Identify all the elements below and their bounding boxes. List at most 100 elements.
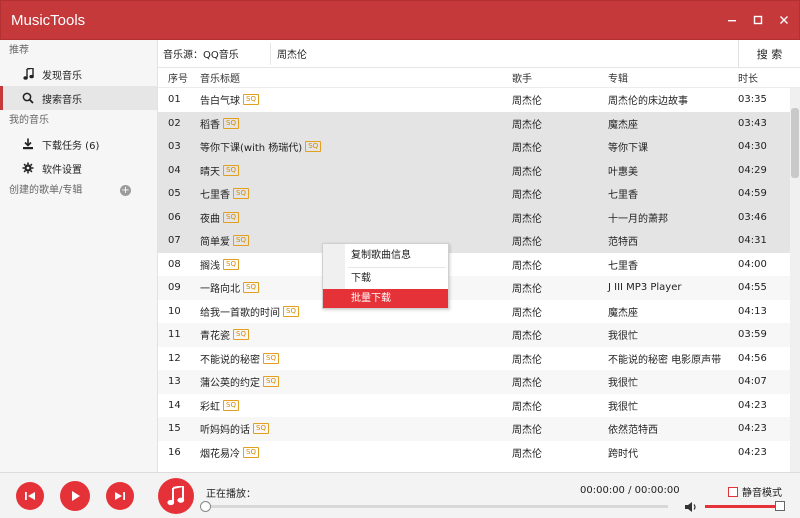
play-button[interactable] [60, 481, 90, 511]
table-row[interactable]: 13 蒲公英的约定 SQ 周杰伦 我很忙 04:07 [158, 370, 800, 394]
sq-badge: SQ [223, 164, 239, 176]
row-number: 16 [168, 446, 181, 458]
row-duration: 03:59 [738, 329, 767, 341]
table-row[interactable]: 06 夜曲 SQ 周杰伦 十一月的萧邦 03:46 [158, 205, 800, 229]
sq-badge: SQ [243, 94, 259, 106]
table-row[interactable]: 11 青花瓷 SQ 周杰伦 我很忙 03:59 [158, 323, 800, 347]
row-title-cell: 蒲公英的约定 SQ [198, 374, 510, 389]
menu-item-download[interactable]: 下载 [323, 269, 448, 288]
row-title-cell: 告白气球 SQ [198, 92, 510, 107]
row-duration: 04:00 [738, 258, 767, 270]
row-album: 周杰伦的床边故事 [608, 96, 688, 108]
maximize-button[interactable] [747, 9, 769, 31]
column-header-number[interactable]: 序号 [158, 70, 198, 85]
sidebar-item-settings[interactable]: 软件设置 [0, 156, 157, 180]
sidebar-item-search[interactable]: 搜索音乐 [0, 86, 157, 110]
mute-toggle[interactable]: 静音模式 [728, 484, 782, 499]
table-row[interactable]: 12 不能说的秘密 SQ 周杰伦 不能说的秘密 电影原声带 04:56 [158, 347, 800, 371]
row-album: 等你下课 [608, 143, 648, 155]
row-title-cell: 晴天 SQ [198, 163, 510, 178]
previous-button[interactable] [16, 482, 44, 510]
sidebar-item-discover[interactable]: 发现音乐 [0, 62, 157, 86]
row-number: 10 [168, 305, 181, 317]
progress-handle[interactable] [200, 501, 211, 512]
volume-icon[interactable] [684, 501, 698, 513]
row-duration: 04:56 [738, 352, 767, 364]
table-header: 序号 音乐标题 歌手 专辑 时长 [158, 68, 800, 88]
sidebar-header-label: 创建的歌单/专辑 [9, 185, 83, 196]
table-row[interactable]: 04 晴天 SQ 周杰伦 叶惠美 04:29 [158, 158, 800, 182]
close-icon [780, 16, 788, 24]
menu-separator [348, 267, 446, 268]
table-row[interactable]: 14 彩虹 SQ 周杰伦 我很忙 04:23 [158, 394, 800, 418]
row-artist: 周杰伦 [512, 284, 542, 296]
row-number: 14 [168, 399, 181, 411]
table-row[interactable]: 16 烟花易冷 SQ 周杰伦 跨时代 04:23 [158, 441, 800, 465]
table-row[interactable]: 05 七里香 SQ 周杰伦 七里香 04:59 [158, 182, 800, 206]
table-row[interactable]: 01 告白气球 SQ 周杰伦 周杰伦的床边故事 03:35 [158, 88, 800, 112]
row-artist: 周杰伦 [512, 260, 542, 272]
row-number: 15 [168, 423, 181, 435]
sidebar: 推荐 发现音乐 搜索音乐 我的音乐 下载任务 (6) 软件设置 创建的歌单/专辑… [0, 40, 158, 472]
row-duration: 04:55 [738, 282, 767, 294]
row-title-cell: 听妈妈的话 SQ [198, 421, 510, 436]
table-row[interactable]: 03 等你下课(with 杨瑞代) SQ 周杰伦 等你下课 04:30 [158, 135, 800, 159]
table-row[interactable]: 15 听妈妈的话 SQ 周杰伦 依然范特西 04:23 [158, 417, 800, 441]
mute-checkbox[interactable] [728, 486, 738, 497]
row-album: 跨时代 [608, 448, 638, 460]
sq-badge: SQ [233, 188, 249, 200]
app-title: MusicTools [11, 11, 86, 29]
search-button[interactable]: 搜 索 [738, 40, 800, 67]
row-number: 02 [168, 117, 181, 129]
next-button[interactable] [106, 482, 134, 510]
row-number: 13 [168, 376, 181, 388]
search-input[interactable] [270, 42, 734, 65]
row-album: 七里香 [608, 190, 638, 202]
row-duration: 04:23 [738, 423, 767, 435]
table-scrollbar[interactable] [790, 88, 800, 472]
table-row[interactable]: 07 简单爱 SQ 周杰伦 范特西 04:31 [158, 229, 800, 253]
row-number: 04 [168, 164, 181, 176]
row-title: 青花瓷 [200, 331, 230, 343]
volume-slider[interactable] [705, 505, 778, 508]
volume-handle[interactable] [775, 501, 785, 511]
add-playlist-button[interactable]: + [120, 185, 131, 196]
table-row[interactable]: 08 搁浅 SQ 周杰伦 七里香 04:00 [158, 253, 800, 277]
album-cover[interactable] [158, 478, 194, 514]
sidebar-item-label: 下载任务 (6) [42, 140, 100, 152]
row-number: 01 [168, 94, 181, 106]
sidebar-header-playlists: 创建的歌单/专辑 + [0, 180, 157, 202]
row-duration: 03:46 [738, 211, 767, 223]
column-header-duration[interactable]: 时长 [736, 70, 786, 85]
row-title: 彩虹 [200, 401, 220, 413]
sidebar-item-label: 软件设置 [42, 164, 82, 176]
sq-badge: SQ [243, 446, 259, 458]
table-row[interactable]: 02 稻香 SQ 周杰伦 魔杰座 03:43 [158, 111, 800, 135]
column-header-artist[interactable]: 歌手 [510, 70, 606, 85]
mute-label: 静音模式 [742, 488, 782, 499]
row-artist: 周杰伦 [512, 190, 542, 202]
sidebar-header-recommend: 推荐 [9, 45, 29, 56]
progress-bar[interactable] [206, 505, 668, 508]
sq-badge: SQ [233, 329, 249, 341]
row-title: 夜曲 [200, 213, 220, 225]
row-album: 魔杰座 [608, 307, 638, 319]
column-header-album[interactable]: 专辑 [606, 70, 736, 85]
close-button[interactable] [773, 9, 795, 31]
menu-item-batch-download[interactable]: 批量下载 [323, 289, 448, 308]
music-source-label[interactable]: 音乐源：QQ音乐 [158, 46, 270, 61]
sidebar-item-downloads[interactable]: 下载任务 (6) [0, 132, 157, 156]
row-number: 11 [168, 329, 181, 341]
menu-item-copy-info[interactable]: 复制歌曲信息 [323, 246, 448, 265]
table-row[interactable]: 09 一路向北 SQ 周杰伦 J III MP3 Player 04:55 [158, 276, 800, 300]
row-album: 叶惠美 [608, 166, 638, 178]
row-title: 告白气球 [200, 96, 240, 108]
row-title-cell: 稻香 SQ [198, 116, 510, 131]
minimize-button[interactable] [721, 9, 743, 31]
sidebar-header-my-music: 我的音乐 [9, 115, 49, 126]
sq-badge: SQ [305, 141, 322, 153]
scrollbar-thumb[interactable] [791, 108, 799, 178]
table-row[interactable]: 10 给我一首歌的时间 SQ 周杰伦 魔杰座 04:13 [158, 300, 800, 324]
column-header-title[interactable]: 音乐标题 [198, 70, 510, 85]
sq-badge: SQ [233, 235, 249, 247]
